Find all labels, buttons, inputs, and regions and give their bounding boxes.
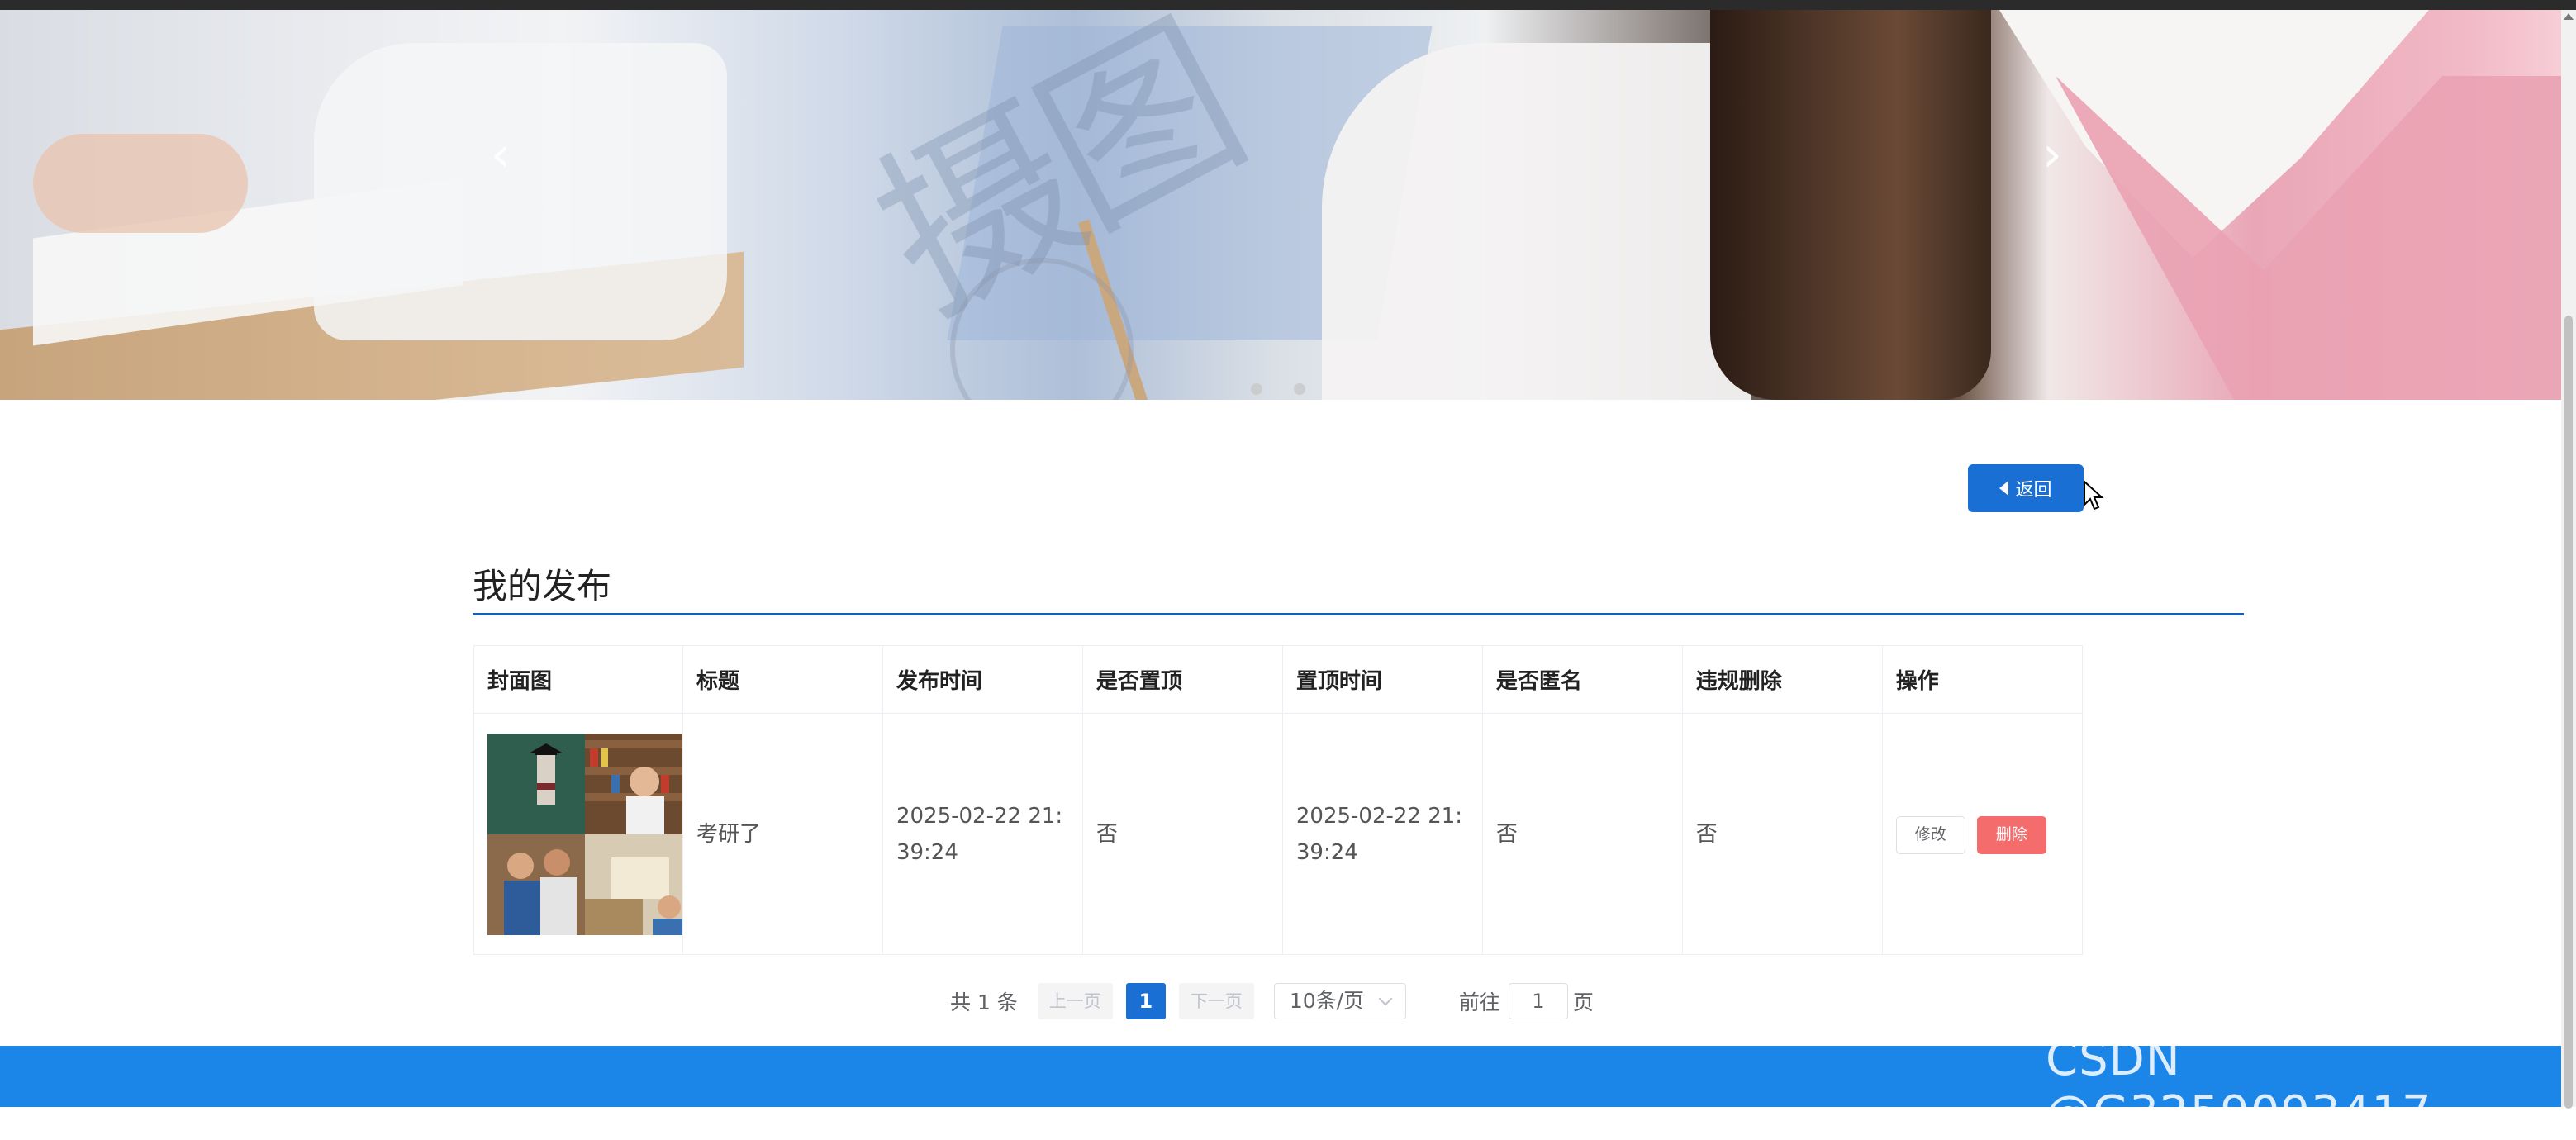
page-size-value: 10条/页: [1289, 989, 1365, 1013]
banner-hair: [1710, 10, 1991, 400]
carousel-prev-icon[interactable]: ‹: [491, 126, 511, 183]
column-header: 标题: [682, 645, 883, 714]
edit-button[interactable]: 修改: [1895, 815, 1965, 854]
column-header: 操作: [1881, 645, 2084, 714]
scroll-up-icon[interactable]: [2564, 13, 2574, 20]
table-row: 考研了 2025-02-22 21:39:24 否 2025-02-22 21:…: [473, 713, 2084, 955]
title-underline: [473, 613, 2244, 615]
back-button[interactable]: 返回: [1968, 464, 2084, 512]
cover-image[interactable]: [487, 733, 682, 935]
caret-left-icon: [1999, 481, 2009, 496]
browser-top-bar: [0, 0, 2576, 10]
page-size-select[interactable]: 10条/页: [1273, 983, 1406, 1019]
banner-shirt: [1322, 43, 1751, 400]
page-title: 我的发布: [473, 566, 612, 606]
publish-time-cell: 2025-02-22 21:39:24: [882, 713, 1083, 955]
column-header: 违规删除: [1681, 645, 1883, 714]
prev-page-button[interactable]: 上一页: [1037, 983, 1113, 1019]
page-scrollbar[interactable]: [2561, 10, 2576, 1109]
carousel-dot[interactable]: [1251, 383, 1262, 395]
is-top-cell: 否: [1081, 713, 1283, 955]
pagination-total: 共 1 条: [950, 990, 1018, 1014]
scrollbar-thumb[interactable]: [2564, 316, 2573, 1109]
carousel-dot[interactable]: [1294, 383, 1305, 395]
carousel-next-icon[interactable]: ›: [2042, 126, 2062, 183]
is-anonymous-cell: 否: [1481, 713, 1683, 955]
page-suffix: 页: [1572, 990, 1594, 1014]
top-time-cell: 2025-02-22 21:39:24: [1281, 713, 1483, 955]
goto-label: 前往: [1458, 990, 1500, 1014]
pagination: 共 1 条 上一页 1 下一页 10条/页 前往 页: [950, 983, 1594, 1019]
actions-cell: 修改 删除: [1881, 713, 2084, 955]
column-header: 封面图: [473, 645, 683, 714]
title-cell: 考研了: [682, 713, 883, 955]
csdn-watermark: CSDN @G3259093417: [2046, 1033, 2432, 1140]
banner-sleeve: [314, 43, 727, 340]
back-button-label: 返回: [2015, 480, 2052, 501]
column-header: 是否匿名: [1481, 645, 1683, 714]
publish-table: 封面图 标题 发布时间 是否置顶 置顶时间 是否匿名 违规删除 操作 考研了 2…: [473, 645, 2084, 955]
delete-button[interactable]: 删除: [1976, 815, 2046, 854]
table-header-row: 封面图 标题 发布时间 是否置顶 置顶时间 是否匿名 违规删除 操作: [473, 645, 2084, 714]
carousel-indicators: [1251, 383, 1305, 395]
banner-carousel[interactable]: 摄图 ‹ ›: [0, 10, 2561, 400]
goto-page-input[interactable]: [1508, 983, 1568, 1019]
violation-deleted-cell: 否: [1681, 713, 1883, 955]
column-header: 发布时间: [882, 645, 1083, 714]
cover-cell: [473, 713, 683, 955]
banner-hand: [33, 134, 248, 233]
column-header: 置顶时间: [1281, 645, 1483, 714]
column-header: 是否置顶: [1081, 645, 1283, 714]
page-number-current[interactable]: 1: [1125, 983, 1166, 1019]
mouse-cursor-icon: [2084, 480, 2104, 511]
next-page-button[interactable]: 下一页: [1178, 983, 1254, 1019]
chevron-down-icon: [1378, 991, 1393, 1006]
